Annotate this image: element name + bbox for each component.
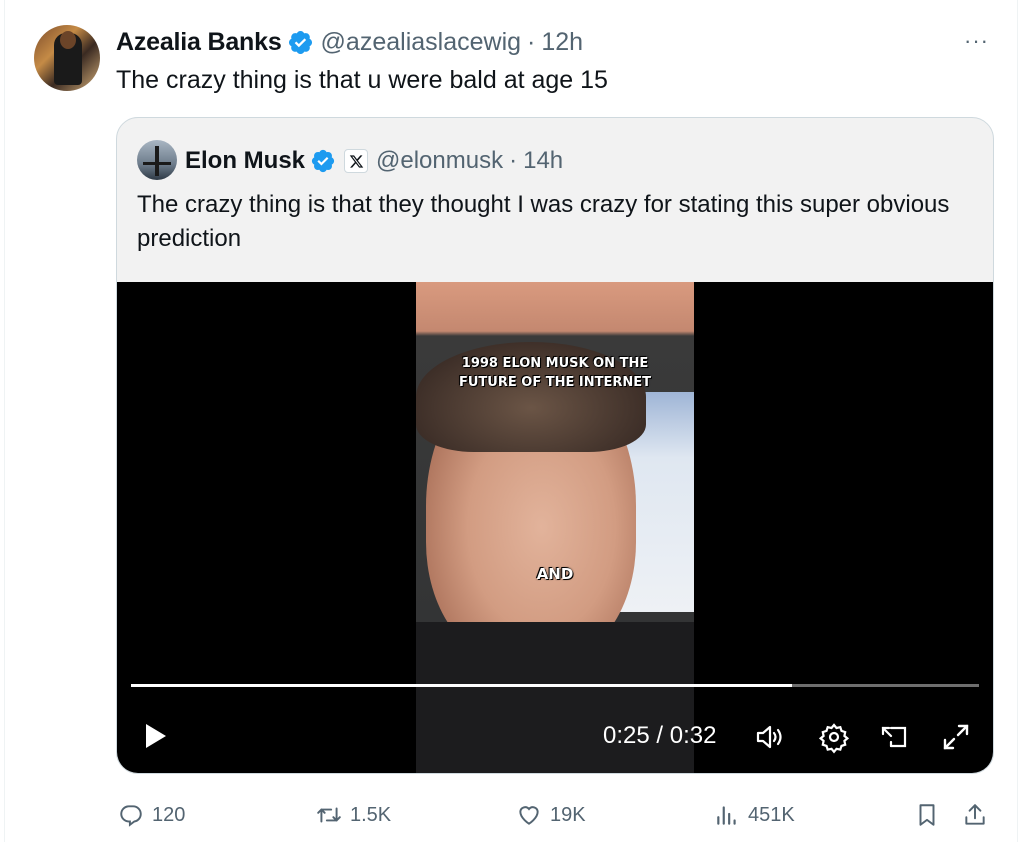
quoted-tweet-header: Elon Musk @elonmusk · 14h xyxy=(185,144,563,178)
reply-count: 120 xyxy=(152,803,186,826)
picture-in-picture-icon[interactable] xyxy=(877,720,911,754)
bookmark-icon xyxy=(919,804,935,826)
author-avatar[interactable] xyxy=(34,25,100,91)
x-affiliate-icon xyxy=(344,149,369,173)
share-icon xyxy=(965,804,985,825)
quoted-author-avatar xyxy=(137,140,177,180)
fullscreen-icon[interactable] xyxy=(939,720,973,754)
views-icon xyxy=(717,806,736,825)
quoted-author-handle: @elonmusk xyxy=(376,147,504,174)
video-subtitle: AND xyxy=(536,565,574,583)
share-button[interactable] xyxy=(962,798,996,832)
video-person-shirt xyxy=(416,622,694,773)
quoted-tweet-text: The crazy thing is that they thought I w… xyxy=(137,191,950,252)
quoted-author-name: Elon Musk xyxy=(185,147,306,174)
repost-button[interactable]: 1.5K xyxy=(316,798,391,832)
avatar-rocket xyxy=(155,146,159,176)
meta-separator: · xyxy=(509,147,518,174)
author-name[interactable]: Azealia Banks xyxy=(116,28,282,57)
volume-icon[interactable] xyxy=(753,720,787,754)
video-title-caption: 1998 ELON MUSK ON THE FUTURE OF THE INTE… xyxy=(416,354,694,392)
more-icon[interactable]: ··· xyxy=(964,28,989,54)
quoted-tweet-card[interactable]: Elon Musk @elonmusk · 14h The crazy thin… xyxy=(116,117,994,774)
video-progress-bar[interactable] xyxy=(131,684,979,687)
like-icon xyxy=(519,806,539,825)
left-divider xyxy=(4,0,5,842)
play-icon[interactable] xyxy=(139,720,171,752)
bookmark-button[interactable] xyxy=(914,798,948,832)
like-button[interactable]: 19K xyxy=(516,798,586,832)
video-title-line-2: FUTURE OF THE INTERNET xyxy=(459,375,651,390)
like-count: 19K xyxy=(550,803,586,826)
video-frame: 1998 ELON MUSK ON THE FUTURE OF THE INTE… xyxy=(416,282,694,773)
settings-icon[interactable] xyxy=(817,720,851,754)
avatar-base xyxy=(143,162,171,165)
author-handle[interactable]: @azealiaslacewig xyxy=(321,28,521,57)
tweet-time[interactable]: 12h xyxy=(541,28,583,57)
video-progress-fill xyxy=(131,684,793,687)
views-button[interactable]: 451K xyxy=(714,798,795,832)
avatar-face xyxy=(60,31,76,49)
tweet-header: Azealia Banks @azealiaslacewig · 12h xyxy=(116,26,583,58)
video-title-line-1: 1998 ELON MUSK ON THE xyxy=(461,356,649,371)
verified-badge-icon xyxy=(310,148,336,174)
verified-badge-icon[interactable] xyxy=(287,29,314,56)
tweet-text: The crazy thing is that u were bald at a… xyxy=(116,66,608,94)
video-time: 0:25 / 0:32 xyxy=(603,722,717,749)
repost-count: 1.5K xyxy=(350,803,392,826)
video-player[interactable]: 1998 ELON MUSK ON THE FUTURE OF THE INTE… xyxy=(117,282,993,773)
right-divider xyxy=(1017,0,1018,842)
reply-button[interactable]: 120 xyxy=(118,798,185,832)
meta-separator: · xyxy=(527,27,536,56)
quoted-tweet-time: 14h xyxy=(523,147,564,174)
views-count: 451K xyxy=(748,803,795,826)
reply-icon xyxy=(120,805,142,827)
repost-icon xyxy=(317,807,341,823)
